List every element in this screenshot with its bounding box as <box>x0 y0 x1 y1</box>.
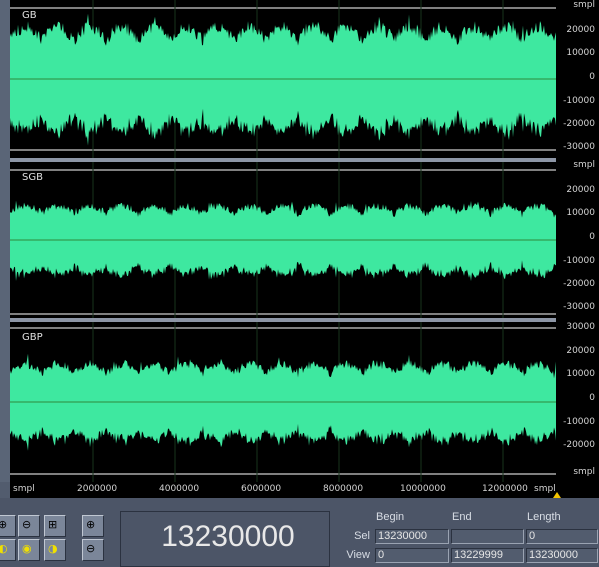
header-length: Length <box>527 511 561 523</box>
ruler-label: smpl <box>13 484 35 494</box>
selection-view-panel: Begin End Length Sel 13230000 0 View 0 1… <box>338 511 599 567</box>
view-label: View <box>346 549 370 561</box>
ruler-label: 20000 <box>566 25 595 35</box>
view-length-field[interactable]: 13230000 <box>526 548 598 563</box>
waveform-shape <box>10 200 556 282</box>
track-separator[interactable] <box>10 158 556 162</box>
header-end: End <box>452 511 472 523</box>
track-gb[interactable]: GB <box>10 0 556 158</box>
ruler-label: smpl <box>573 160 595 170</box>
amplitude-ruler: smpl 20000 10000 0 -10000 -20000 -30000 … <box>556 0 599 482</box>
ruler-label: -20000 <box>563 279 595 289</box>
sel-length-field[interactable]: 0 <box>526 529 598 544</box>
ruler-label: -10000 <box>563 256 595 266</box>
ruler-label: -10000 <box>563 417 595 427</box>
view-begin-field[interactable]: 0 <box>375 548 449 563</box>
ruler-label: 4000000 <box>159 484 200 494</box>
ruler-label: 6000000 <box>241 484 282 494</box>
ruler-label: 20000 <box>566 346 595 356</box>
ruler-label: smpl <box>573 0 595 10</box>
waveform-shape <box>10 13 556 146</box>
time-ruler[interactable]: smpl 2000000 4000000 6000000 8000000 100… <box>10 482 599 498</box>
ruler-label: 12000000 <box>482 484 528 494</box>
sel-end-field[interactable] <box>451 529 524 544</box>
ruler-label: -30000 <box>563 302 595 312</box>
view-end-field[interactable]: 13229999 <box>451 548 524 563</box>
ruler-label: 10000000 <box>400 484 446 494</box>
waveform-sgb[interactable] <box>10 162 556 318</box>
waveform-gbp[interactable] <box>10 322 556 482</box>
track-separator[interactable] <box>10 318 556 322</box>
ruler-label: 2000000 <box>77 484 118 494</box>
track-gbp[interactable]: GBP <box>10 322 556 482</box>
ruler-label: 0 <box>589 232 595 242</box>
track-label-gbp: GBP <box>22 332 43 343</box>
ruler-label: 0 <box>589 393 595 403</box>
ruler-label: 30000 <box>566 322 595 332</box>
sel-begin-field[interactable]: 13230000 <box>375 529 449 544</box>
track-label-sgb: SGB <box>22 172 43 183</box>
track-label-gb: GB <box>22 10 37 21</box>
ruler-label: -30000 <box>563 142 595 152</box>
waveform-gb[interactable] <box>10 0 556 158</box>
track-sgb[interactable]: SGB <box>10 162 556 318</box>
ruler-label: -20000 <box>563 440 595 450</box>
ruler-label: -10000 <box>563 96 595 106</box>
ruler-label: 8000000 <box>323 484 364 494</box>
ruler-label: 10000 <box>566 369 595 379</box>
waveform-display[interactable]: GB SGB GBP <box>10 0 556 482</box>
ruler-label: 0 <box>589 72 595 82</box>
ruler-label: 10000 <box>566 48 595 58</box>
editor-window: GB SGB GBP smpl 20000 10000 0 -10000 -20… <box>0 0 599 567</box>
ruler-label: -20000 <box>563 119 595 129</box>
ruler-label: smpl <box>573 467 595 477</box>
header-begin: Begin <box>376 511 405 523</box>
ruler-label: 10000 <box>566 208 595 218</box>
ruler-label: 20000 <box>566 185 595 195</box>
sel-label: Sel <box>354 530 370 542</box>
